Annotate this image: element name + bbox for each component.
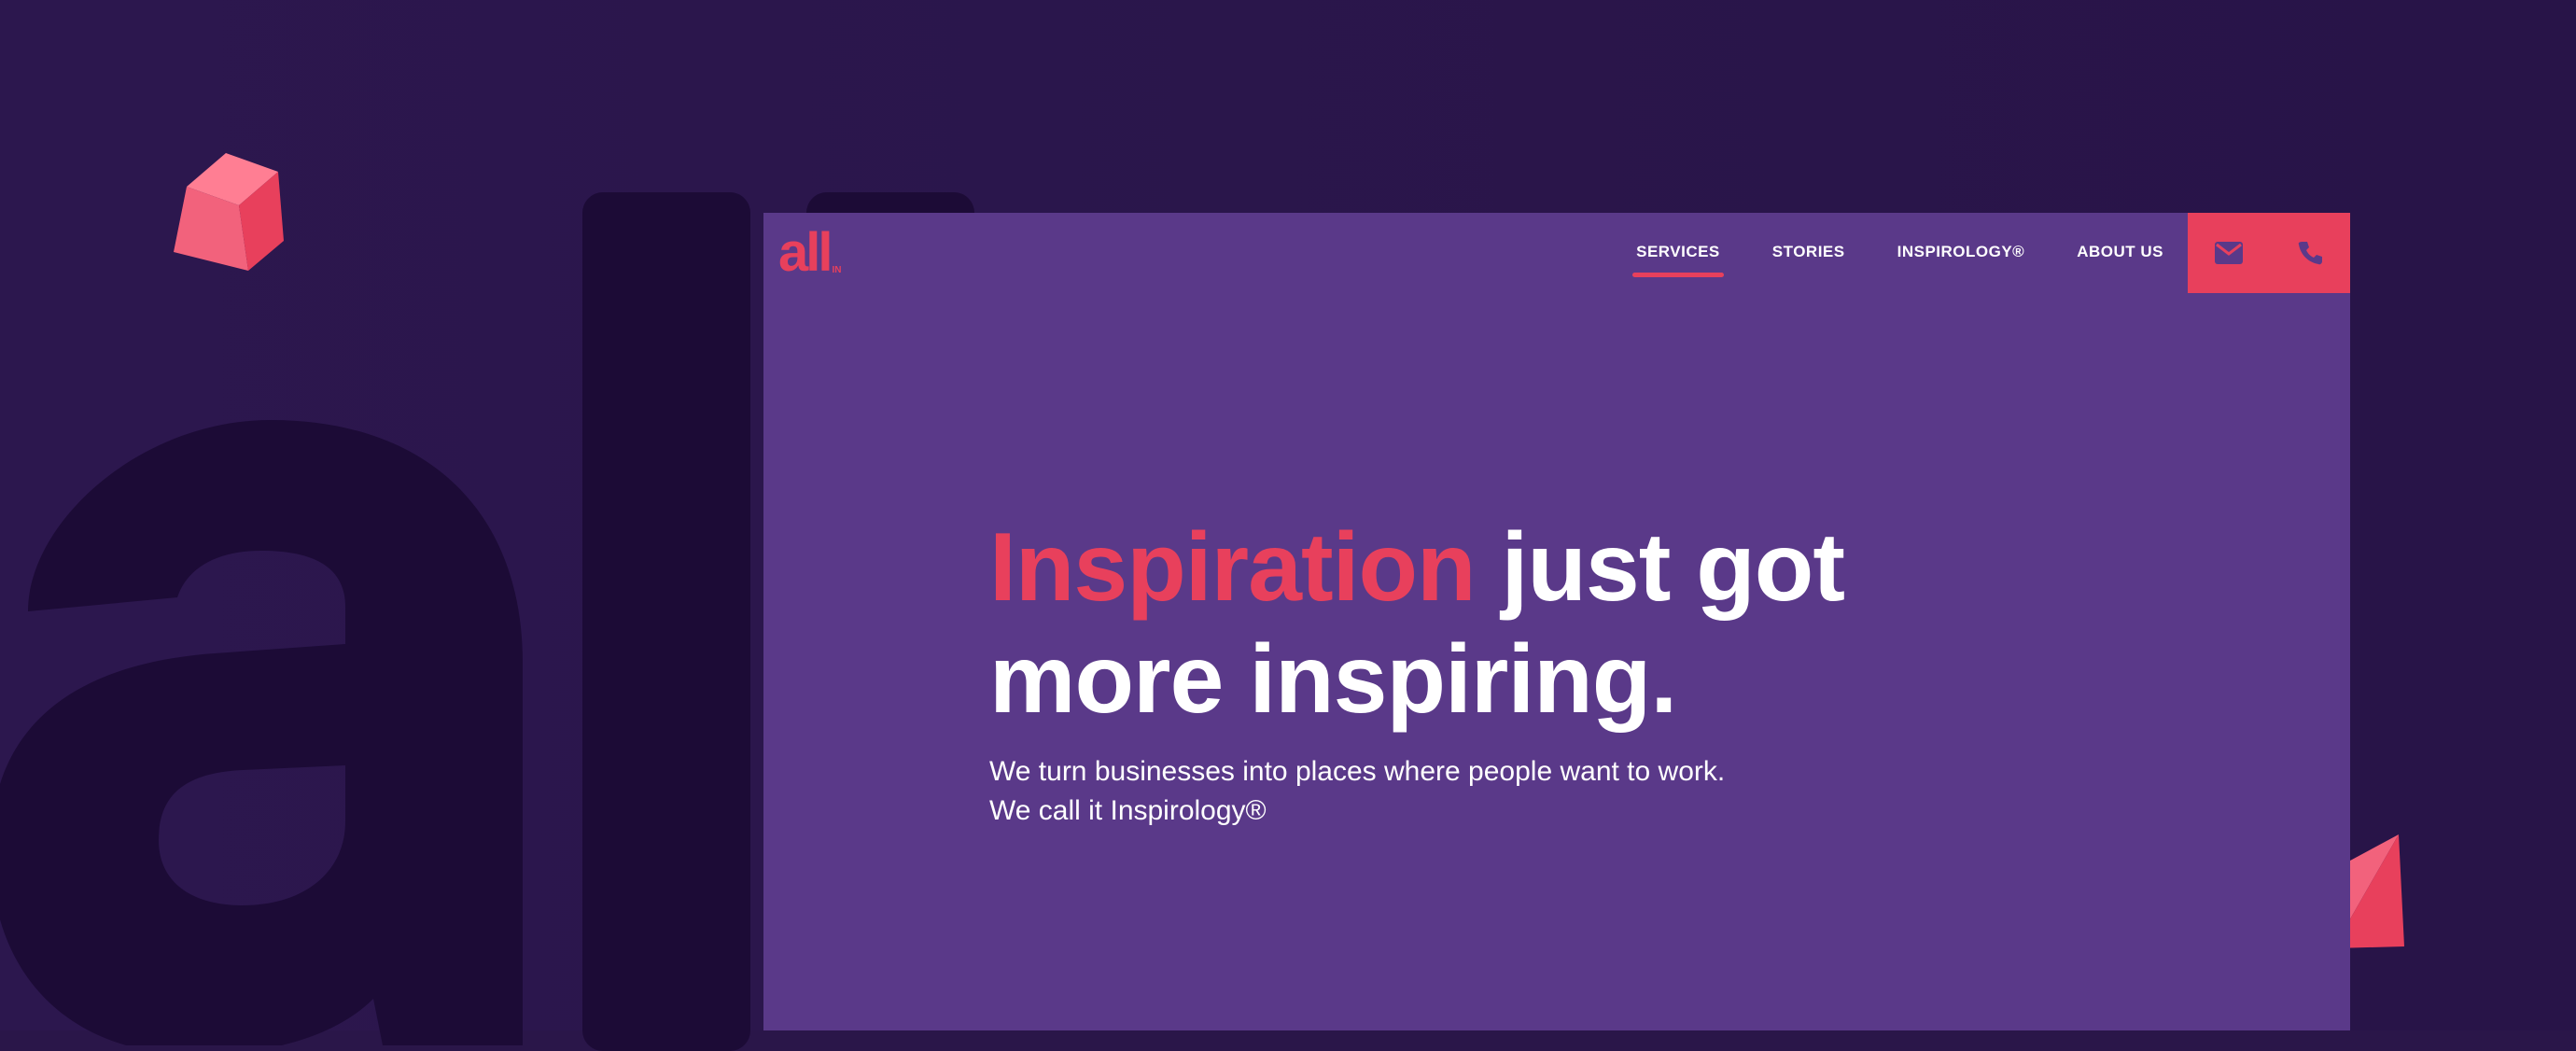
logo-superscript: IN [832,265,842,275]
brand-logo[interactable]: all IN [778,224,842,280]
subline-line-1: We turn businesses into places where peo… [989,756,1726,787]
background-letter-a [0,420,523,1045]
hero-content: Inspiration just got more inspiring. We … [989,511,2109,831]
background-letter-l [582,192,750,1051]
headline-rest: just got [1475,513,1844,622]
headline-accent: Inspiration [989,513,1477,622]
phone-button[interactable] [2291,234,2329,272]
hero-headline: Inspiration just got more inspiring. [989,511,2109,736]
phone-icon [2298,242,2322,265]
nav-item-about-us[interactable]: ABOUT US [2077,243,2163,261]
contact-bar [2188,213,2350,293]
subline-line-2: We call it Inspirology® [989,795,1267,826]
pink-cube-icon [174,153,284,271]
nav-item-services[interactable]: SERVICES [1632,243,1724,277]
hero-panel: all IN SERVICES STORIES INSPIROLOGY® ABO… [763,213,2350,1030]
headline-line-2: more inspiring. [989,625,1677,734]
logo-wordmark: all [778,222,833,283]
hero-subline: We turn businesses into places where peo… [989,752,2109,831]
main-navigation: SERVICES STORIES INSPIROLOGY® ABOUT US [1632,213,2163,291]
email-button[interactable] [2210,234,2247,272]
nav-item-stories[interactable]: STORIES [1772,243,1845,261]
nav-item-inspirology[interactable]: INSPIROLOGY® [1897,243,2025,261]
envelope-icon [2214,242,2243,264]
